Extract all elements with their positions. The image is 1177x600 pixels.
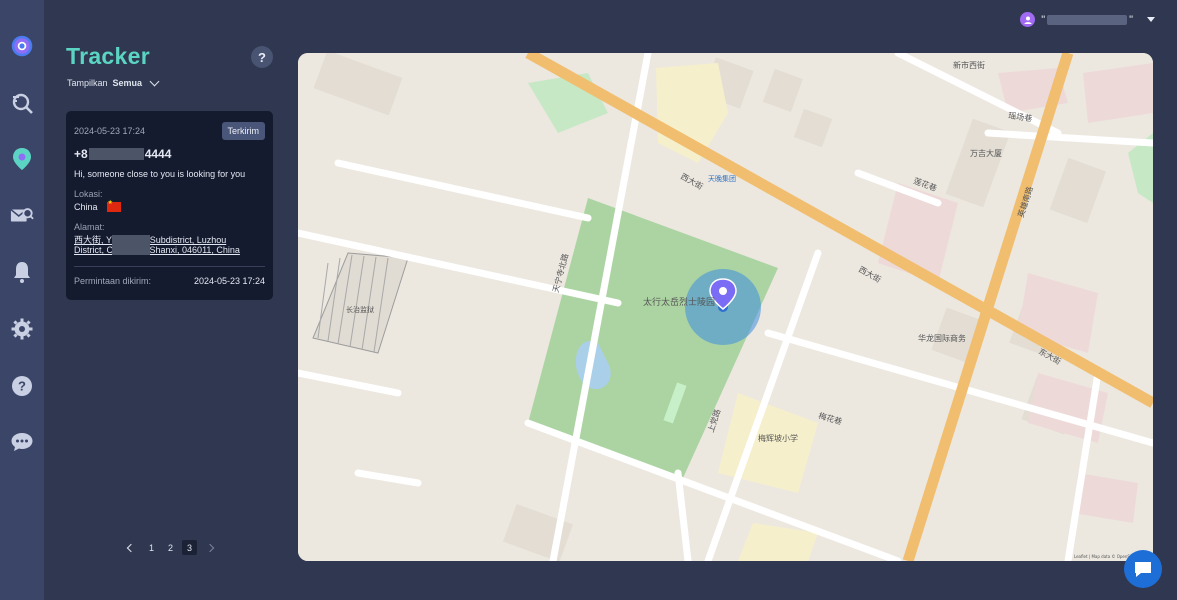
account-name: " ": [1041, 13, 1133, 26]
location-label: Lokasi:: [74, 189, 103, 199]
map-label-poi: 长治监狱: [346, 305, 374, 314]
china-flag-icon: [106, 199, 121, 212]
status-badge: Terkirim: [221, 122, 265, 140]
map-label-poi: 梅辉坡小学: [758, 433, 798, 443]
map-label-poi: 万吉大厦: [970, 148, 1002, 158]
page-title: Tracker: [66, 43, 150, 69]
page-2[interactable]: 2: [163, 540, 178, 555]
map-label-bus-stop: 天晚集团: [708, 174, 736, 183]
request-label: Permintaan dikirim:: [74, 276, 152, 286]
map-label-street: 新市西街: [953, 60, 985, 70]
address-label: Alamat:: [74, 222, 105, 232]
support-chat-button[interactable]: [1124, 550, 1162, 588]
map-label-poi: 华龙国际商务: [918, 333, 966, 343]
app-logo-icon[interactable]: [10, 34, 34, 58]
location-value: China: [74, 202, 98, 212]
divider: [74, 266, 265, 267]
filter-value: Semua: [112, 78, 143, 88]
settings-gear-icon[interactable]: [10, 317, 34, 341]
pagination: 1 2 3: [122, 540, 215, 555]
chat-bubble-icon: [1135, 562, 1151, 577]
redacted-digits: [88, 148, 144, 160]
map-view[interactable]: 太行太岳烈士陵园 西大街 西大街 东大街 天宁寺北路 上党路 梅花巷 新市西街 …: [298, 53, 1153, 561]
page-3[interactable]: 3: [182, 540, 197, 555]
user-avatar-icon: [1020, 12, 1036, 27]
card-date: 2024-05-23 17:24: [74, 126, 146, 136]
next-page-icon[interactable]: [205, 543, 215, 552]
redacted-address: [112, 235, 150, 255]
caret-down-icon: [1147, 17, 1155, 22]
filter-dropdown[interactable]: Tampilkan Semua: [67, 76, 160, 88]
address-link[interactable]: 西大街, Yingxianlu Subdistrict, Luzhou Dist…: [74, 235, 254, 255]
search-phone-icon[interactable]: [10, 91, 34, 115]
prev-page-icon[interactable]: [126, 543, 136, 552]
message-text: Hi, someone close to you is looking for …: [74, 169, 246, 179]
request-time: 2024-05-23 17:24: [193, 276, 265, 286]
sidebar: ?: [0, 0, 44, 600]
redacted-name: [1047, 14, 1128, 25]
page-1[interactable]: 1: [144, 540, 159, 555]
account-menu[interactable]: " ": [1020, 12, 1155, 27]
chat-icon[interactable]: [10, 430, 34, 454]
address-value: 西大街, Yingxianlu Subdistrict, Luzhou Dist…: [74, 235, 240, 255]
help-button[interactable]: ?: [251, 46, 273, 68]
svg-text:?: ?: [18, 379, 26, 394]
mail-search-icon[interactable]: [10, 204, 34, 228]
map-label-park: 太行太岳烈士陵园: [643, 296, 715, 308]
chevron-down-icon: [149, 76, 160, 86]
message-card[interactable]: 2024-05-23 17:24 Terkirim +8 4444 Hi, som…: [66, 111, 273, 300]
help-icon[interactable]: ?: [10, 374, 34, 398]
phone-number: +8 4444: [74, 147, 172, 161]
bell-icon[interactable]: [10, 260, 34, 284]
filter-label: Tampilkan: [67, 78, 108, 88]
location-pin-icon[interactable]: [10, 147, 34, 171]
